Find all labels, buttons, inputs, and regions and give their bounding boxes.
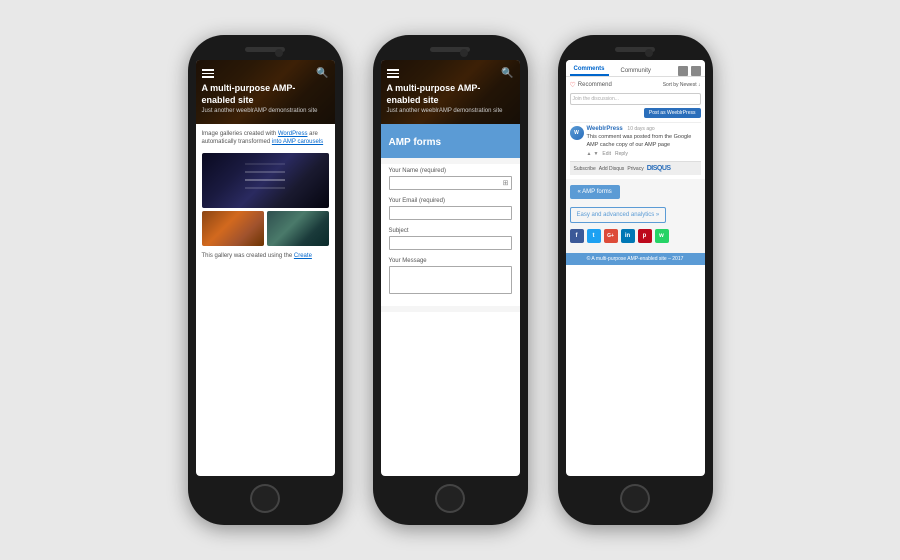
p3-linkedin-button[interactable]: in [621, 229, 635, 243]
p3-user-avatar: W [570, 126, 584, 140]
p2-field-message: Your Message [389, 258, 512, 294]
phone-home-button-3[interactable] [620, 484, 650, 513]
p3-tab-icons [678, 66, 701, 76]
p3-recommend-row: ♡ Recommend Sort by Newest ↓ [570, 81, 701, 89]
p1-amp-link[interactable]: into AMP carousels [272, 139, 323, 145]
p2-field-name: Your Name (required) ⊞ [389, 168, 512, 190]
p1-footer-text: This gallery was created using the Creat… [202, 252, 329, 260]
p2-input-icon: ⊞ [503, 179, 509, 187]
p3-comment-actions: ▲ ▼ Edit Reply [587, 151, 701, 157]
p3-add-disqus-link[interactable]: Add Disqus [599, 166, 625, 172]
p3-comment-author: WeeblrPress [587, 126, 623, 132]
p3-recommend-label: Recommend [578, 82, 612, 88]
p3-nav-section: « AMP forms Easy and advanced analytics … [566, 179, 705, 253]
p3-facebook-button[interactable]: f [570, 229, 584, 243]
p3-prev-nav-button[interactable]: « AMP forms [570, 185, 620, 199]
p3-comment-body: WeeblrPress 10 days ago This comment was… [587, 126, 701, 157]
phone-camera-3 [645, 49, 653, 57]
phone-camera-2 [460, 49, 468, 57]
p3-tab-icon-1[interactable] [678, 66, 688, 76]
phone-2: 🔍 A multi-purpose AMP-enabled site Just … [373, 35, 528, 525]
search-icon[interactable]: 🔍 [316, 68, 328, 79]
p3-tabs: Comments Community [566, 60, 705, 77]
p2-body: AMP forms Your Name (required) ⊞ Your Em… [381, 124, 520, 312]
p3-whatsapp-button[interactable]: w [655, 229, 669, 243]
phone-home-button-2[interactable] [435, 484, 465, 513]
p3-recommend-section: ♡ Recommend Sort by Newest ↓ Join the di… [566, 77, 705, 179]
phone-home-button-1[interactable] [250, 484, 280, 513]
p3-social-row: f t G+ in p w [570, 229, 701, 243]
p2-hamburger-icon[interactable] [387, 69, 399, 78]
p3-comment-item: W WeeblrPress 10 days ago This comment w… [570, 126, 701, 157]
phone-screen-2: 🔍 A multi-purpose AMP-enabled site Just … [381, 60, 520, 476]
p1-wordpress-link[interactable]: WordPress [278, 131, 308, 137]
p3-upvote[interactable]: ▲ [587, 151, 592, 157]
p2-amp-banner: AMP forms [381, 124, 520, 158]
p3-comment-input[interactable]: Join the discussion... [570, 93, 701, 105]
p3-downvote[interactable]: ▼ [593, 151, 598, 157]
p1-gallery [202, 153, 329, 246]
p3-comment-placeholder: Join the discussion... [573, 96, 619, 102]
tab-comments[interactable]: Comments [570, 64, 609, 76]
p2-nav: 🔍 [387, 68, 514, 79]
p2-amp-forms-title: AMP forms [389, 137, 442, 148]
p3-post-button[interactable]: Post as WeeblrPress [644, 108, 701, 118]
p3-comment-time: 10 days ago [627, 126, 654, 132]
p2-email-input[interactable] [389, 206, 512, 220]
p1-nav: 🔍 [202, 68, 329, 79]
p3-vote-buttons: ▲ ▼ [587, 151, 599, 157]
phone-3: Comments Community ♡ Recommend Sort by N… [558, 35, 713, 525]
heart-icon: ♡ [570, 81, 576, 89]
p1-header: 🔍 A multi-purpose AMP-enabled site Just … [196, 60, 335, 124]
p3-next-nav-button[interactable]: Easy and advanced analytics » [570, 207, 667, 223]
phone-screen-3: Comments Community ♡ Recommend Sort by N… [566, 60, 705, 476]
p1-body: Image galleries created with WordPress a… [196, 124, 335, 266]
phone-camera-1 [275, 49, 283, 57]
p2-search-icon[interactable]: 🔍 [501, 68, 513, 79]
p2-subject-label: Subject [389, 228, 512, 234]
p1-site-title: A multi-purpose AMP-enabled site [202, 83, 329, 106]
tab-community[interactable]: Community [617, 66, 655, 76]
p3-recommend-button[interactable]: ♡ Recommend [570, 81, 612, 89]
p3-footer-text: © A multi-purpose AMP-enabled site – 201… [587, 256, 684, 262]
p2-site-subtitle: Just another weeblrAMP demonstration sit… [387, 108, 514, 114]
p2-name-input[interactable]: ⊞ [389, 176, 512, 190]
p2-message-label: Your Message [389, 258, 512, 264]
p3-action-edit[interactable]: Edit [602, 151, 611, 157]
p2-subject-input[interactable] [389, 236, 512, 250]
p3-pinterest-button[interactable]: p [638, 229, 652, 243]
phone-screen-1: 🔍 A multi-purpose AMP-enabled site Just … [196, 60, 335, 476]
p1-image-2 [202, 211, 264, 246]
p3-sort-dropdown[interactable]: Sort by Newest ↓ [663, 82, 701, 88]
phone-1: 🔍 A multi-purpose AMP-enabled site Just … [188, 35, 343, 525]
p1-image-row [202, 211, 329, 246]
p3-gplus-button[interactable]: G+ [604, 229, 618, 243]
p3-subscribe-link[interactable]: Subscribe [574, 166, 596, 172]
p2-field-email: Your Email (required) [389, 198, 512, 220]
p3-twitter-button[interactable]: t [587, 229, 601, 243]
p3-disqus-footer: Subscribe Add Disqus Privacy DISQUS [570, 161, 701, 175]
p3-comment-text: This comment was posted from the Google … [587, 134, 701, 149]
p1-site-subtitle: Just another weeblrAMP demonstration sit… [202, 108, 329, 114]
p3-tab-icon-2[interactable] [691, 66, 701, 76]
p1-create-link[interactable]: Create [294, 253, 312, 259]
p2-header: 🔍 A multi-purpose AMP-enabled site Just … [381, 60, 520, 124]
p2-form: Your Name (required) ⊞ Your Email (requi… [381, 164, 520, 306]
p2-field-subject: Subject [389, 228, 512, 250]
p1-gallery-description: Image galleries created with WordPress a… [202, 130, 329, 147]
p3-site-footer: © A multi-purpose AMP-enabled site – 201… [566, 253, 705, 265]
hamburger-icon[interactable] [202, 69, 214, 78]
p1-image-3 [267, 211, 329, 246]
p1-main-image [202, 153, 329, 208]
p2-message-textarea[interactable] [389, 266, 512, 294]
p2-email-label: Your Email (required) [389, 198, 512, 204]
p2-site-title: A multi-purpose AMP-enabled site [387, 83, 514, 106]
p3-action-reply[interactable]: Reply [615, 151, 628, 157]
p3-disqus-brand: DISQUS [647, 165, 671, 172]
p2-name-label: Your Name (required) [389, 168, 512, 174]
p3-divider-1 [570, 122, 701, 123]
p3-privacy-link[interactable]: Privacy [627, 166, 643, 172]
